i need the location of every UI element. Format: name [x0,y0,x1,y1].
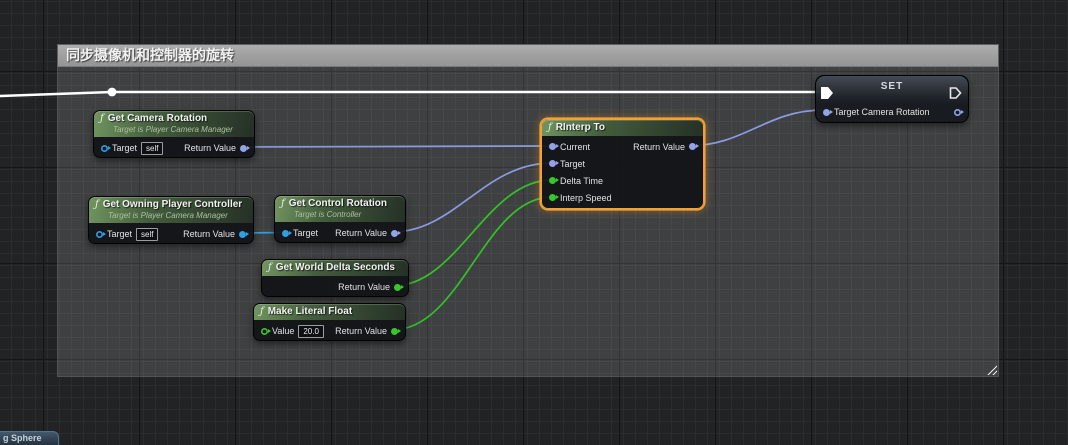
node-title: RInterp To [556,122,605,134]
node-title: Get Camera Rotation [108,113,207,125]
wire-rinterp-to-set [687,110,824,146]
pin-label: Delta Time [560,176,603,186]
pin-label: Target [560,159,585,169]
graph-tab-label: g Sphere [3,433,42,443]
node-header: ƒ Get Camera Rotation Target is Player C… [94,111,254,137]
return-value-output-pin[interactable] [240,145,247,152]
function-icon: ƒ [281,198,285,210]
blueprint-graph-canvas[interactable]: 同步摄像机和控制器的旋转 ƒ Get Camera Rotation Targe… [0,0,1068,445]
node-header: ƒ Make Literal Float [254,304,405,320]
pin-label: Target [107,229,132,239]
pin-label: Target [112,143,137,153]
function-icon: ƒ [268,262,272,274]
interp-speed-input-pin[interactable] [549,194,556,201]
target-input-pin[interactable] [282,230,289,237]
node-header: ƒ RInterp To [542,120,703,136]
function-icon: ƒ [95,199,99,211]
return-value-output-pin[interactable] [689,143,696,150]
exec-wire [0,92,820,96]
node-title: Get Control Rotation [289,198,387,210]
pin-label: Return Value [183,229,235,239]
return-value-output-pin[interactable] [394,284,401,291]
self-literal[interactable]: self [136,228,158,241]
set-node-title: SET [816,81,968,92]
wire-control-rotation-to-target [392,163,552,232]
self-literal[interactable]: self [141,142,163,155]
node-header: ƒ Get World Delta Seconds [262,260,408,276]
pin-label: Return Value [338,282,390,292]
graph-tab[interactable]: g Sphere [0,431,59,445]
node-subtitle: Target is Player Camera Manager [113,125,248,135]
pin-label: Value [272,326,294,336]
node-make-literal-float[interactable]: ƒ Make Literal Float Value 20.0 Return V… [253,303,406,341]
pin-label: Return Value [335,326,387,336]
pin-label: Return Value [184,143,236,153]
node-get-world-delta-seconds[interactable]: ƒ Get World Delta Seconds Return Value [261,259,409,297]
target-input-pin[interactable] [101,145,108,152]
function-icon: ƒ [548,122,552,134]
current-input-pin[interactable] [549,143,556,150]
pin-label: Return Value [633,142,685,152]
node-subtitle: Target is Player Camera Manager [108,211,247,221]
pin-label: Target [293,228,318,238]
node-get-owning-player-controller[interactable]: ƒ Get Owning Player Controller Target is… [88,196,254,244]
node-title: Get Owning Player Controller [103,199,242,211]
pin-label: Interp Speed [560,193,612,203]
node-get-control-rotation[interactable]: ƒ Get Control Rotation Target is Control… [274,195,406,243]
target-input-pin[interactable] [549,160,556,167]
node-set-target-camera-rotation[interactable]: SET Target Camera Rotation [815,75,969,123]
variable-input-pin[interactable] [823,109,830,116]
pin-label: Target Camera Rotation [834,107,930,117]
target-input-pin[interactable] [96,231,103,238]
wire-literal-float-to-interp-speed [392,197,552,330]
pin-label: Return Value [335,228,387,238]
return-value-output-pin[interactable] [391,230,398,237]
value-literal-field[interactable]: 20.0 [298,325,324,338]
node-header: ƒ Get Owning Player Controller Target is… [89,197,253,223]
node-header: ƒ Get Control Rotation Target is Control… [275,196,405,222]
node-subtitle: Target is Controller [294,210,399,220]
exec-output-pin[interactable] [949,87,962,99]
return-value-output-pin[interactable] [391,328,398,335]
return-value-output-pin[interactable] [239,231,246,238]
variable-output-pin[interactable] [954,109,961,116]
value-input-pin[interactable] [261,328,268,335]
node-get-camera-rotation[interactable]: ƒ Get Camera Rotation Target is Player C… [93,110,255,158]
pin-label: Current [560,142,590,152]
reroute-node[interactable] [108,88,117,97]
node-title: Make Literal Float [268,306,352,318]
node-rinterp-to[interactable]: ƒ RInterp To Current Return Value Target [541,119,704,209]
function-icon: ƒ [100,113,104,125]
node-title: Get World Delta Seconds [276,262,395,274]
wire-camera-rotation-to-current [239,146,552,147]
delta-time-input-pin[interactable] [549,177,556,184]
function-icon: ƒ [260,306,264,318]
exec-input-pin[interactable] [821,87,834,99]
